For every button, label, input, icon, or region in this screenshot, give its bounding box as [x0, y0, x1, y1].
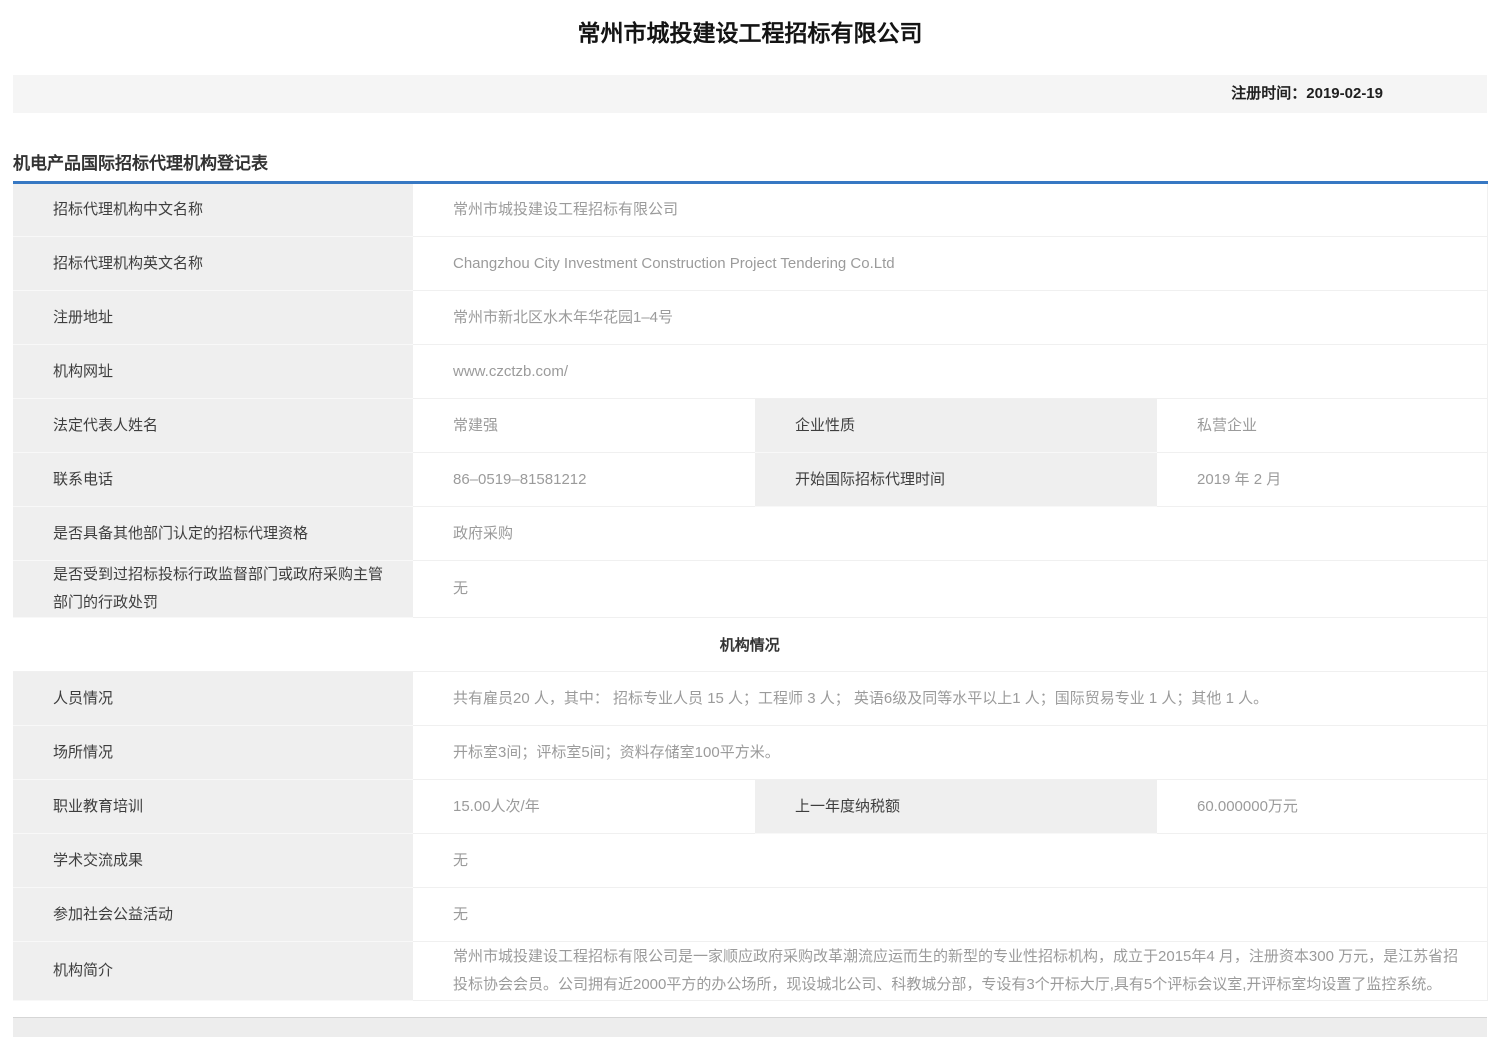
table-row: 人员情况 共有雇员20 人，其中： 招标专业人员 15 人；工程师 3 人； 英…: [13, 672, 1487, 726]
field-value: 政府采购: [413, 507, 1487, 561]
field-value: 15.00人次/年: [413, 780, 755, 834]
table-row: 场所情况 开标室3间；评标室5间；资料存储室100平方米。: [13, 726, 1487, 780]
table-row: 是否具备其他部门认定的招标代理资格 政府采购: [13, 507, 1487, 561]
field-label: 人员情况: [13, 672, 413, 726]
field-label: 参加社会公益活动: [13, 888, 413, 942]
field-label: 招标代理机构中文名称: [13, 183, 413, 237]
field-label: 注册地址: [13, 291, 413, 345]
table-row: 注册地址 常州市新北区水木年华花园1–4号: [13, 291, 1487, 345]
form-title: 机电产品国际招标代理机构登记表: [13, 154, 1487, 173]
field-label: 机构网址: [13, 345, 413, 399]
table-row: 机构网址 www.czctzb.com/: [13, 345, 1487, 399]
table-row: 参加社会公益活动 无: [13, 888, 1487, 942]
field-label: 是否具备其他部门认定的招标代理资格: [13, 507, 413, 561]
field-label: 招标代理机构英文名称: [13, 237, 413, 291]
table-section-row: 机构情况: [13, 618, 1487, 672]
register-time-bar: 注册时间：2019-02-19: [13, 75, 1487, 113]
field-label: 机构简介: [13, 942, 413, 1001]
table-row: 招标代理机构中文名称 常州市城投建设工程招标有限公司: [13, 183, 1487, 237]
table-row: 机构简介 常州市城投建设工程招标有限公司是一家顺应政府采购改革潮流应运而生的新型…: [13, 942, 1487, 1001]
register-time-label: 注册时间：: [1231, 85, 1306, 102]
field-label: 学术交流成果: [13, 834, 413, 888]
field-value: 常州市城投建设工程招标有限公司: [413, 183, 1487, 237]
field-value: 共有雇员20 人，其中： 招标专业人员 15 人；工程师 3 人； 英语6级及同…: [413, 672, 1487, 726]
field-value: Changzhou City Investment Construction P…: [413, 237, 1487, 291]
field-label: 场所情况: [13, 726, 413, 780]
table-row: 学术交流成果 无: [13, 834, 1487, 888]
field-value: 无: [413, 888, 1487, 942]
field-value: 私营企业: [1157, 399, 1487, 453]
field-value: 常建强: [413, 399, 755, 453]
page-container: 常州市城投建设工程招标有限公司 注册时间：2019-02-19 机电产品国际招标…: [0, 0, 1500, 1037]
field-value: 86–0519–81581212: [413, 453, 755, 507]
table-row: 联系电话 86–0519–81581212 开始国际招标代理时间 2019 年 …: [13, 453, 1487, 507]
field-label: 企业性质: [755, 399, 1157, 453]
field-label: 法定代表人姓名: [13, 399, 413, 453]
register-time-value: 2019-02-19: [1306, 85, 1383, 102]
table-row: 法定代表人姓名 常建强 企业性质 私营企业: [13, 399, 1487, 453]
field-value: 常州市新北区水木年华花园1–4号: [413, 291, 1487, 345]
field-value: 无: [413, 834, 1487, 888]
field-value-website: www.czctzb.com/: [413, 345, 1487, 399]
field-value: 无: [413, 561, 1487, 618]
field-label: 是否受到过招标投标行政监督部门或政府采购主管部门的行政处罚: [13, 561, 413, 618]
table-row: 职业教育培训 15.00人次/年 上一年度纳税额 60.000000万元: [13, 780, 1487, 834]
table-row: 招标代理机构英文名称 Changzhou City Investment Con…: [13, 237, 1487, 291]
field-label: 上一年度纳税额: [755, 780, 1157, 834]
field-value-intro: 常州市城投建设工程招标有限公司是一家顺应政府采购改革潮流应运而生的新型的专业性招…: [413, 942, 1487, 1001]
field-value: 60.000000万元: [1157, 780, 1487, 834]
field-value: 2019 年 2 月: [1157, 453, 1487, 507]
registration-table: 招标代理机构中文名称 常州市城投建设工程招标有限公司 招标代理机构英文名称 Ch…: [13, 181, 1488, 1001]
bottom-section-bar: [13, 1017, 1487, 1037]
table-row: 是否受到过招标投标行政监督部门或政府采购主管部门的行政处罚 无: [13, 561, 1487, 618]
field-value: 开标室3间；评标室5间；资料存储室100平方米。: [413, 726, 1487, 780]
field-label: 联系电话: [13, 453, 413, 507]
page-title: 常州市城投建设工程招标有限公司: [13, 0, 1487, 48]
field-label: 职业教育培训: [13, 780, 413, 834]
table-section-header: 机构情况: [13, 618, 1487, 672]
field-label: 开始国际招标代理时间: [755, 453, 1157, 507]
